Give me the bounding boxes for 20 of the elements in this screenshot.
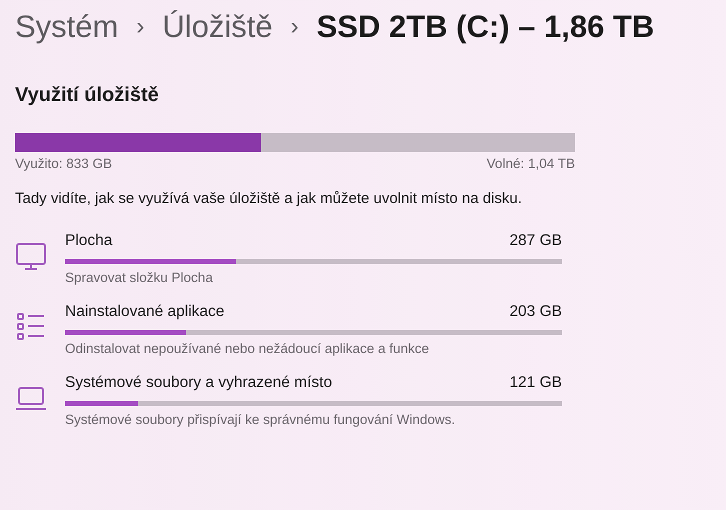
category-description: Systémové soubory přispívají ke správnému fungování Windows. — [65, 412, 456, 427]
section-title: Využití úložiště — [15, 84, 160, 107]
description-text: Tady vidíte, jak se využívá vaše úložiště a jak můžete uvolnit místo na disku. — [15, 189, 523, 209]
category-description: Spravovat složku Plocha — [65, 270, 214, 285]
category-size: 287 GB — [509, 232, 562, 250]
breadcrumb-separator: › — [136, 13, 144, 41]
free-label: Volné: 1,04 TB — [486, 156, 575, 171]
category-description: Odinstalovat nepoužívané nebo nežádoucí aplikace a funkce — [65, 341, 430, 356]
used-label: Využito: 833 GB — [15, 156, 112, 171]
monitor-icon — [15, 240, 47, 272]
category-name[interactable]: Systémové soubory a vyhrazené místo — [65, 374, 332, 392]
breadcrumb-separator: › — [290, 13, 299, 41]
category-size: 203 GB — [509, 303, 562, 321]
category-size: 121 GB — [509, 374, 562, 392]
category-name[interactable]: Nainstalované aplikace — [65, 303, 224, 321]
breadcrumb-item[interactable]: Systém — [15, 9, 118, 45]
breadcrumb-item: SSD 2TB (C:) – 1,86 TB — [316, 9, 654, 45]
breadcrumb-item[interactable]: Úložiště — [162, 9, 273, 45]
category-name[interactable]: Plocha — [65, 232, 112, 250]
list-icon — [15, 311, 47, 343]
